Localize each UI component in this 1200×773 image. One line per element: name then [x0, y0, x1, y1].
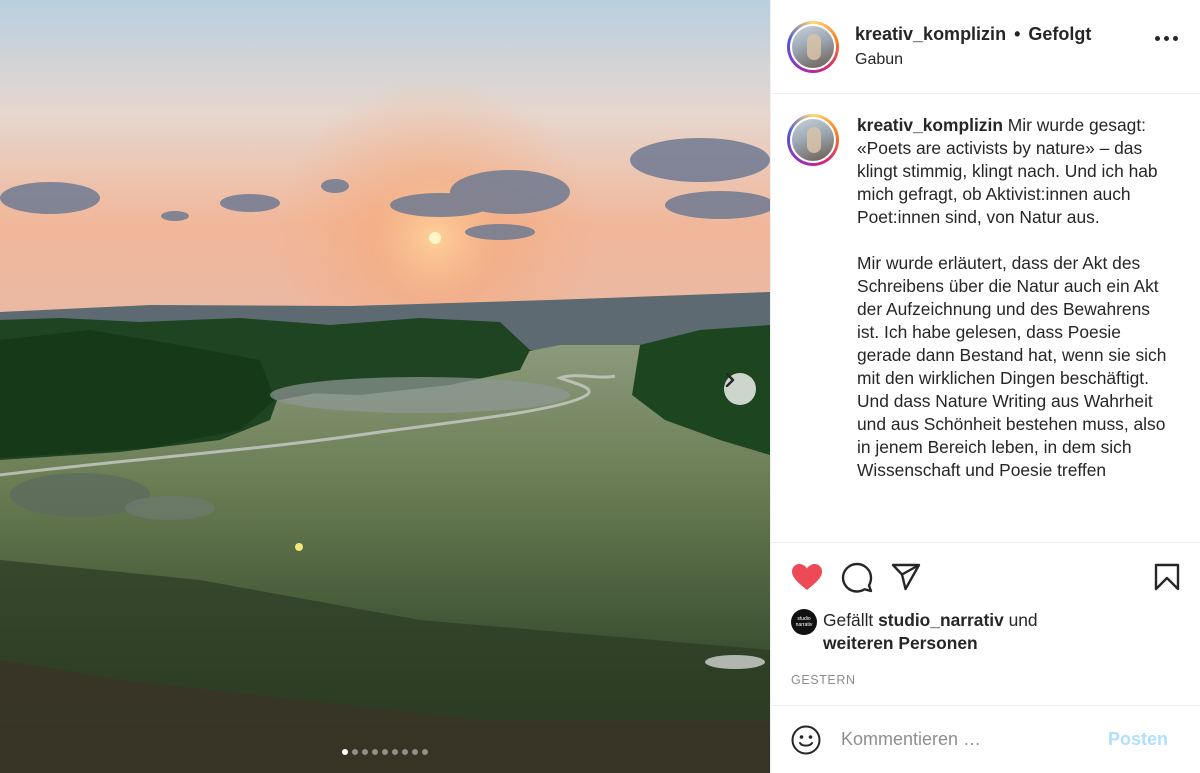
- likes-conjunction: und: [1008, 610, 1038, 630]
- caption-paragraph: kreativ_komplizin Mir wurde gesagt: «Poe…: [857, 114, 1167, 229]
- carousel-indicator: [0, 749, 770, 755]
- likes-text: Gefällt studio_narrativ und weiteren Per…: [823, 609, 1038, 655]
- comment-icon: [841, 562, 873, 593]
- bookmark-icon: [1154, 563, 1180, 591]
- chevron-right-icon: [725, 373, 735, 387]
- caption-avatar[interactable]: [787, 114, 839, 542]
- caption-area: kreativ_komplizin Mir wurde gesagt: «Poe…: [771, 94, 1200, 542]
- post-comment-button[interactable]: Posten: [1108, 729, 1180, 750]
- post-header: kreativ_komplizin • Gefolgt Gabun: [771, 0, 1200, 94]
- heart-filled-icon: [792, 564, 822, 590]
- liker-avatar[interactable]: studio narrativ: [791, 609, 817, 635]
- avatar[interactable]: [787, 20, 839, 73]
- action-bar: [791, 559, 1180, 595]
- follow-state-button[interactable]: Gefolgt: [1028, 24, 1091, 45]
- more-options-icon[interactable]: [1155, 36, 1178, 41]
- carousel-dot: [392, 749, 398, 755]
- post-media[interactable]: [0, 0, 770, 773]
- landscape-photo: [0, 0, 770, 773]
- comment-composer: Posten: [771, 705, 1200, 773]
- emoji-button[interactable]: [791, 725, 821, 755]
- likes-prefix: Gefällt: [823, 610, 874, 630]
- send-icon: [891, 563, 921, 591]
- avatar-image: [790, 23, 836, 70]
- instagram-post: kreativ_komplizin • Gefolgt Gabun kreati…: [0, 0, 1200, 773]
- carousel-dot: [342, 749, 348, 755]
- liker-username[interactable]: studio_narrativ: [878, 610, 1004, 630]
- caption-paragraph-2: Mir wurde erläutert, dass der Akt des Sc…: [857, 253, 1167, 480]
- carousel-dot: [382, 749, 388, 755]
- smiley-icon: [791, 725, 821, 754]
- location-link[interactable]: Gabun: [855, 51, 1091, 69]
- post-timestamp[interactable]: GESTERN: [791, 673, 1180, 687]
- post-sidebar: kreativ_komplizin • Gefolgt Gabun kreati…: [770, 0, 1200, 773]
- username-link[interactable]: kreativ_komplizin: [855, 24, 1006, 45]
- caption-username[interactable]: kreativ_komplizin: [857, 115, 1003, 135]
- share-button[interactable]: [891, 563, 921, 591]
- carousel-dot: [352, 749, 358, 755]
- like-button[interactable]: [791, 563, 823, 591]
- next-slide-button[interactable]: [724, 373, 756, 405]
- carousel-dot: [362, 749, 368, 755]
- carousel-dot: [422, 749, 428, 755]
- separator-dot: •: [1014, 24, 1021, 44]
- comment-input[interactable]: [839, 728, 1108, 751]
- caption-text: kreativ_komplizin Mir wurde gesagt: «Poe…: [857, 114, 1167, 542]
- carousel-dot: [402, 749, 408, 755]
- comment-button[interactable]: [841, 561, 873, 593]
- likes-summary: studio narrativ Gefällt studio_narrativ …: [791, 609, 1180, 655]
- likes-others-link[interactable]: weiteren Personen: [823, 633, 978, 653]
- username-line: kreativ_komplizin • Gefolgt: [855, 24, 1091, 45]
- carousel-dot: [372, 749, 378, 755]
- action-section: studio narrativ Gefällt studio_narrativ …: [771, 542, 1200, 705]
- header-text: kreativ_komplizin • Gefolgt Gabun: [855, 24, 1091, 69]
- carousel-dot: [412, 749, 418, 755]
- save-button[interactable]: [1154, 563, 1180, 591]
